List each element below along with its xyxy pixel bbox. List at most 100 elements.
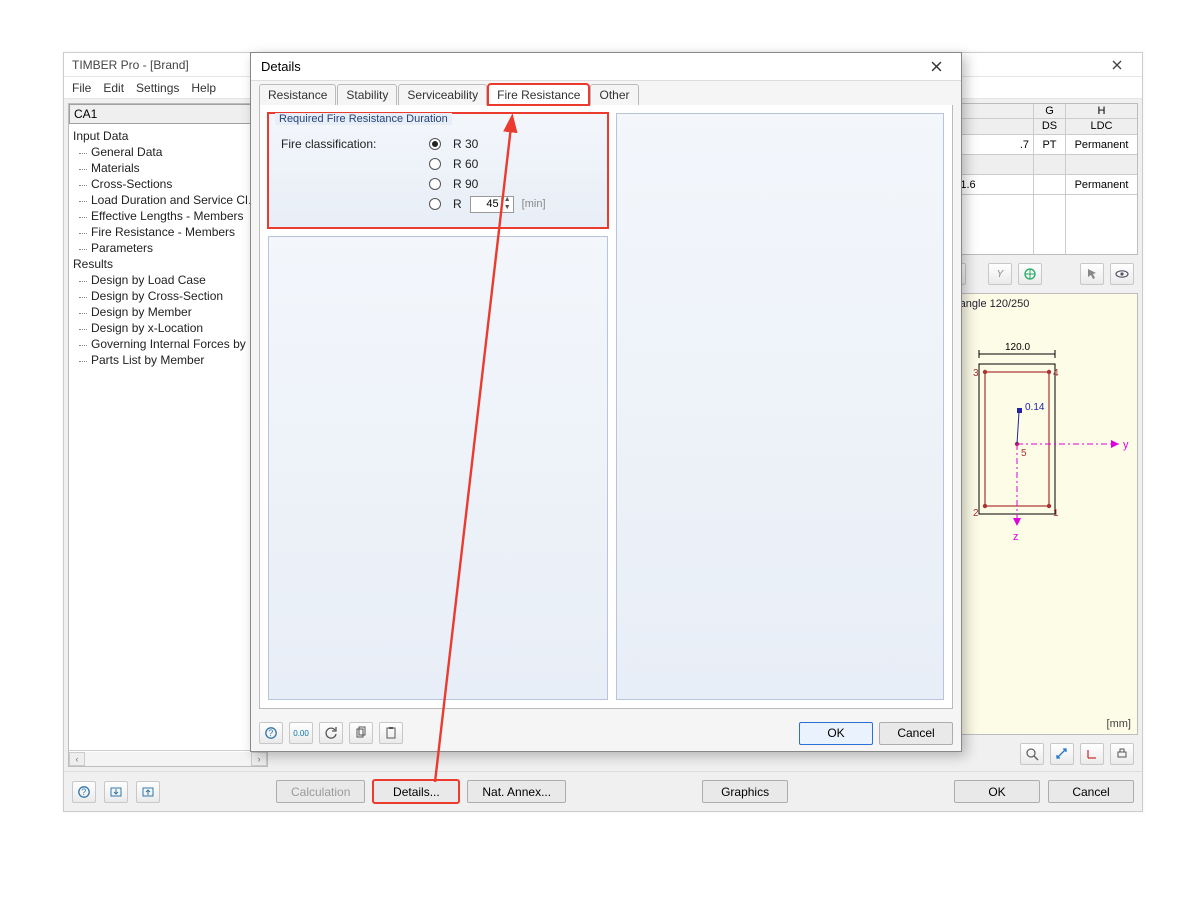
custom-minutes-stepper[interactable]: ▲▼: [470, 196, 514, 213]
tree-effective-lengths[interactable]: Effective Lengths - Members: [69, 208, 267, 224]
menu-help[interactable]: Help: [191, 81, 216, 95]
main-bottom-bar: ? Calculation Details... Nat. Annex... G…: [64, 771, 1142, 811]
svg-text:2: 2: [973, 508, 979, 519]
help-icon[interactable]: ?: [72, 781, 96, 803]
tree-governing-forces[interactable]: Governing Internal Forces by Member: [69, 336, 267, 352]
import-icon[interactable]: [104, 781, 128, 803]
tab-serviceability[interactable]: Serviceability: [398, 84, 487, 105]
graphics-button[interactable]: Graphics: [702, 780, 788, 803]
dialog-titlebar: Details: [251, 53, 961, 81]
dialog-title: Details: [261, 59, 301, 74]
radio-custom[interactable]: [429, 198, 441, 210]
grid-toolbar: Y: [938, 261, 1138, 287]
fire-classification-label: Fire classification:: [281, 137, 421, 151]
svg-text:4: 4: [1053, 368, 1059, 379]
tree-input-data[interactable]: Input Data: [69, 128, 267, 144]
tab-fire-resistance[interactable]: Fire Resistance: [488, 84, 589, 105]
svg-text:0.14: 0.14: [1025, 402, 1045, 413]
grid-r2-h: Permanent: [1065, 174, 1137, 194]
tab-resistance[interactable]: Resistance: [259, 84, 336, 105]
tree-fire-resistance-members[interactable]: Fire Resistance - Members: [69, 224, 267, 240]
nat-annex-button[interactable]: Nat. Annex...: [467, 780, 566, 803]
grid-r1-h: Permanent: [1065, 134, 1137, 154]
print-icon[interactable]: [1110, 743, 1134, 765]
zoom-icon[interactable]: [1020, 743, 1044, 765]
tree-hscroll[interactable]: ‹›: [69, 750, 267, 766]
nav-tree[interactable]: Input Data General Data Materials Cross-…: [69, 124, 267, 750]
dialog-units-icon[interactable]: 0.00: [289, 722, 313, 744]
radio-custom-label: R: [453, 197, 462, 211]
menu-settings[interactable]: Settings: [136, 81, 179, 95]
tree-general-data[interactable]: General Data: [69, 144, 267, 160]
svg-text:?: ?: [268, 728, 273, 738]
tree-cross-sections[interactable]: Cross-Sections: [69, 176, 267, 192]
tree-materials[interactable]: Materials: [69, 160, 267, 176]
main-cancel-button[interactable]: Cancel: [1048, 780, 1134, 803]
main-ok-button[interactable]: OK: [954, 780, 1040, 803]
tree-results[interactable]: Results: [69, 256, 267, 272]
eye-icon[interactable]: [1110, 263, 1134, 285]
radio-r90-label: R 90: [453, 177, 478, 191]
svg-text:z: z: [1013, 531, 1019, 543]
grid-col-g: G: [1034, 104, 1065, 119]
tree-design-member[interactable]: Design by Member: [69, 304, 267, 320]
custom-minutes-unit: [min]: [522, 198, 546, 210]
app-title: TIMBER Pro - [Brand]: [72, 58, 189, 72]
details-button[interactable]: Details...: [373, 780, 459, 803]
export-icon[interactable]: [136, 781, 160, 803]
case-selector[interactable]: CA1: [69, 104, 267, 124]
svg-text:3: 3: [973, 368, 979, 379]
tab-other[interactable]: Other: [590, 84, 638, 105]
dimension-icon[interactable]: [1050, 743, 1074, 765]
section-preview: ectangle 120/250 120.0 3 4 2 1 5 0.14: [938, 293, 1138, 735]
dialog-cancel-button[interactable]: Cancel: [879, 722, 953, 745]
grid-r1-g: PT: [1033, 134, 1065, 154]
y-axis-icon[interactable]: Y: [988, 263, 1012, 285]
radio-r30-label: R 30: [453, 137, 478, 151]
fire-duration-legend: Required Fire Resistance Duration: [275, 113, 452, 125]
sidebar: CA1 Input Data General Data Materials Cr…: [68, 103, 268, 767]
tree-load-duration[interactable]: Load Duration and Service Class: [69, 192, 267, 208]
menu-file[interactable]: File: [72, 81, 91, 95]
radio-r60-label: R 60: [453, 157, 478, 171]
dialog-help-icon[interactable]: ?: [259, 722, 283, 744]
tree-design-load-case[interactable]: Design by Load Case: [69, 272, 267, 288]
radio-r30[interactable]: [429, 138, 441, 150]
dialog-copy-icon[interactable]: [349, 722, 373, 744]
pointer-icon[interactable]: [1080, 263, 1104, 285]
dialog-reset-icon[interactable]: [319, 722, 343, 744]
grid-col-h: H: [1066, 104, 1137, 119]
preview-toolbar: [938, 741, 1138, 767]
tree-design-x-location[interactable]: Design by x-Location: [69, 320, 267, 336]
dialog-right-empty-group: [616, 113, 944, 700]
top-grid: GDS HLDC .7 PT Permanent o 6.1.6 Per: [938, 103, 1138, 255]
svg-text:?: ?: [81, 787, 86, 797]
grid-sub-ds: DS: [1034, 119, 1065, 134]
svg-text:5: 5: [1021, 448, 1027, 459]
radio-r90[interactable]: [429, 178, 441, 190]
preview-unit: [mm]: [1107, 718, 1131, 730]
dialog-left-empty-group: [268, 236, 608, 700]
tree-parameters[interactable]: Parameters: [69, 240, 267, 256]
close-icon[interactable]: [1100, 54, 1134, 76]
details-dialog: Details Resistance Stability Serviceabil…: [250, 52, 962, 752]
dialog-tabs: Resistance Stability Serviceability Fire…: [251, 81, 961, 105]
calculation-button[interactable]: Calculation: [276, 780, 365, 803]
tab-stability[interactable]: Stability: [337, 84, 397, 105]
dialog-close-icon[interactable]: [921, 55, 951, 79]
svg-text:1: 1: [1053, 508, 1059, 519]
dialog-paste-icon[interactable]: [379, 722, 403, 744]
custom-minutes-input[interactable]: [471, 198, 501, 210]
radio-r60[interactable]: [429, 158, 441, 170]
dialog-ok-button[interactable]: OK: [799, 722, 873, 745]
fire-duration-group: Required Fire Resistance Duration Fire c…: [268, 113, 608, 228]
globe-icon[interactable]: [1018, 263, 1042, 285]
tree-parts-list[interactable]: Parts List by Member: [69, 352, 267, 368]
svg-text:y: y: [1123, 439, 1129, 451]
tree-design-cross-section[interactable]: Design by Cross-Section: [69, 288, 267, 304]
axes-icon[interactable]: [1080, 743, 1104, 765]
menu-edit[interactable]: Edit: [103, 81, 124, 95]
svg-text:120.0: 120.0: [1005, 342, 1030, 353]
grid-sub-ldc: LDC: [1066, 119, 1137, 134]
dialog-footer: ? 0.00 OK Cancel: [251, 715, 961, 751]
